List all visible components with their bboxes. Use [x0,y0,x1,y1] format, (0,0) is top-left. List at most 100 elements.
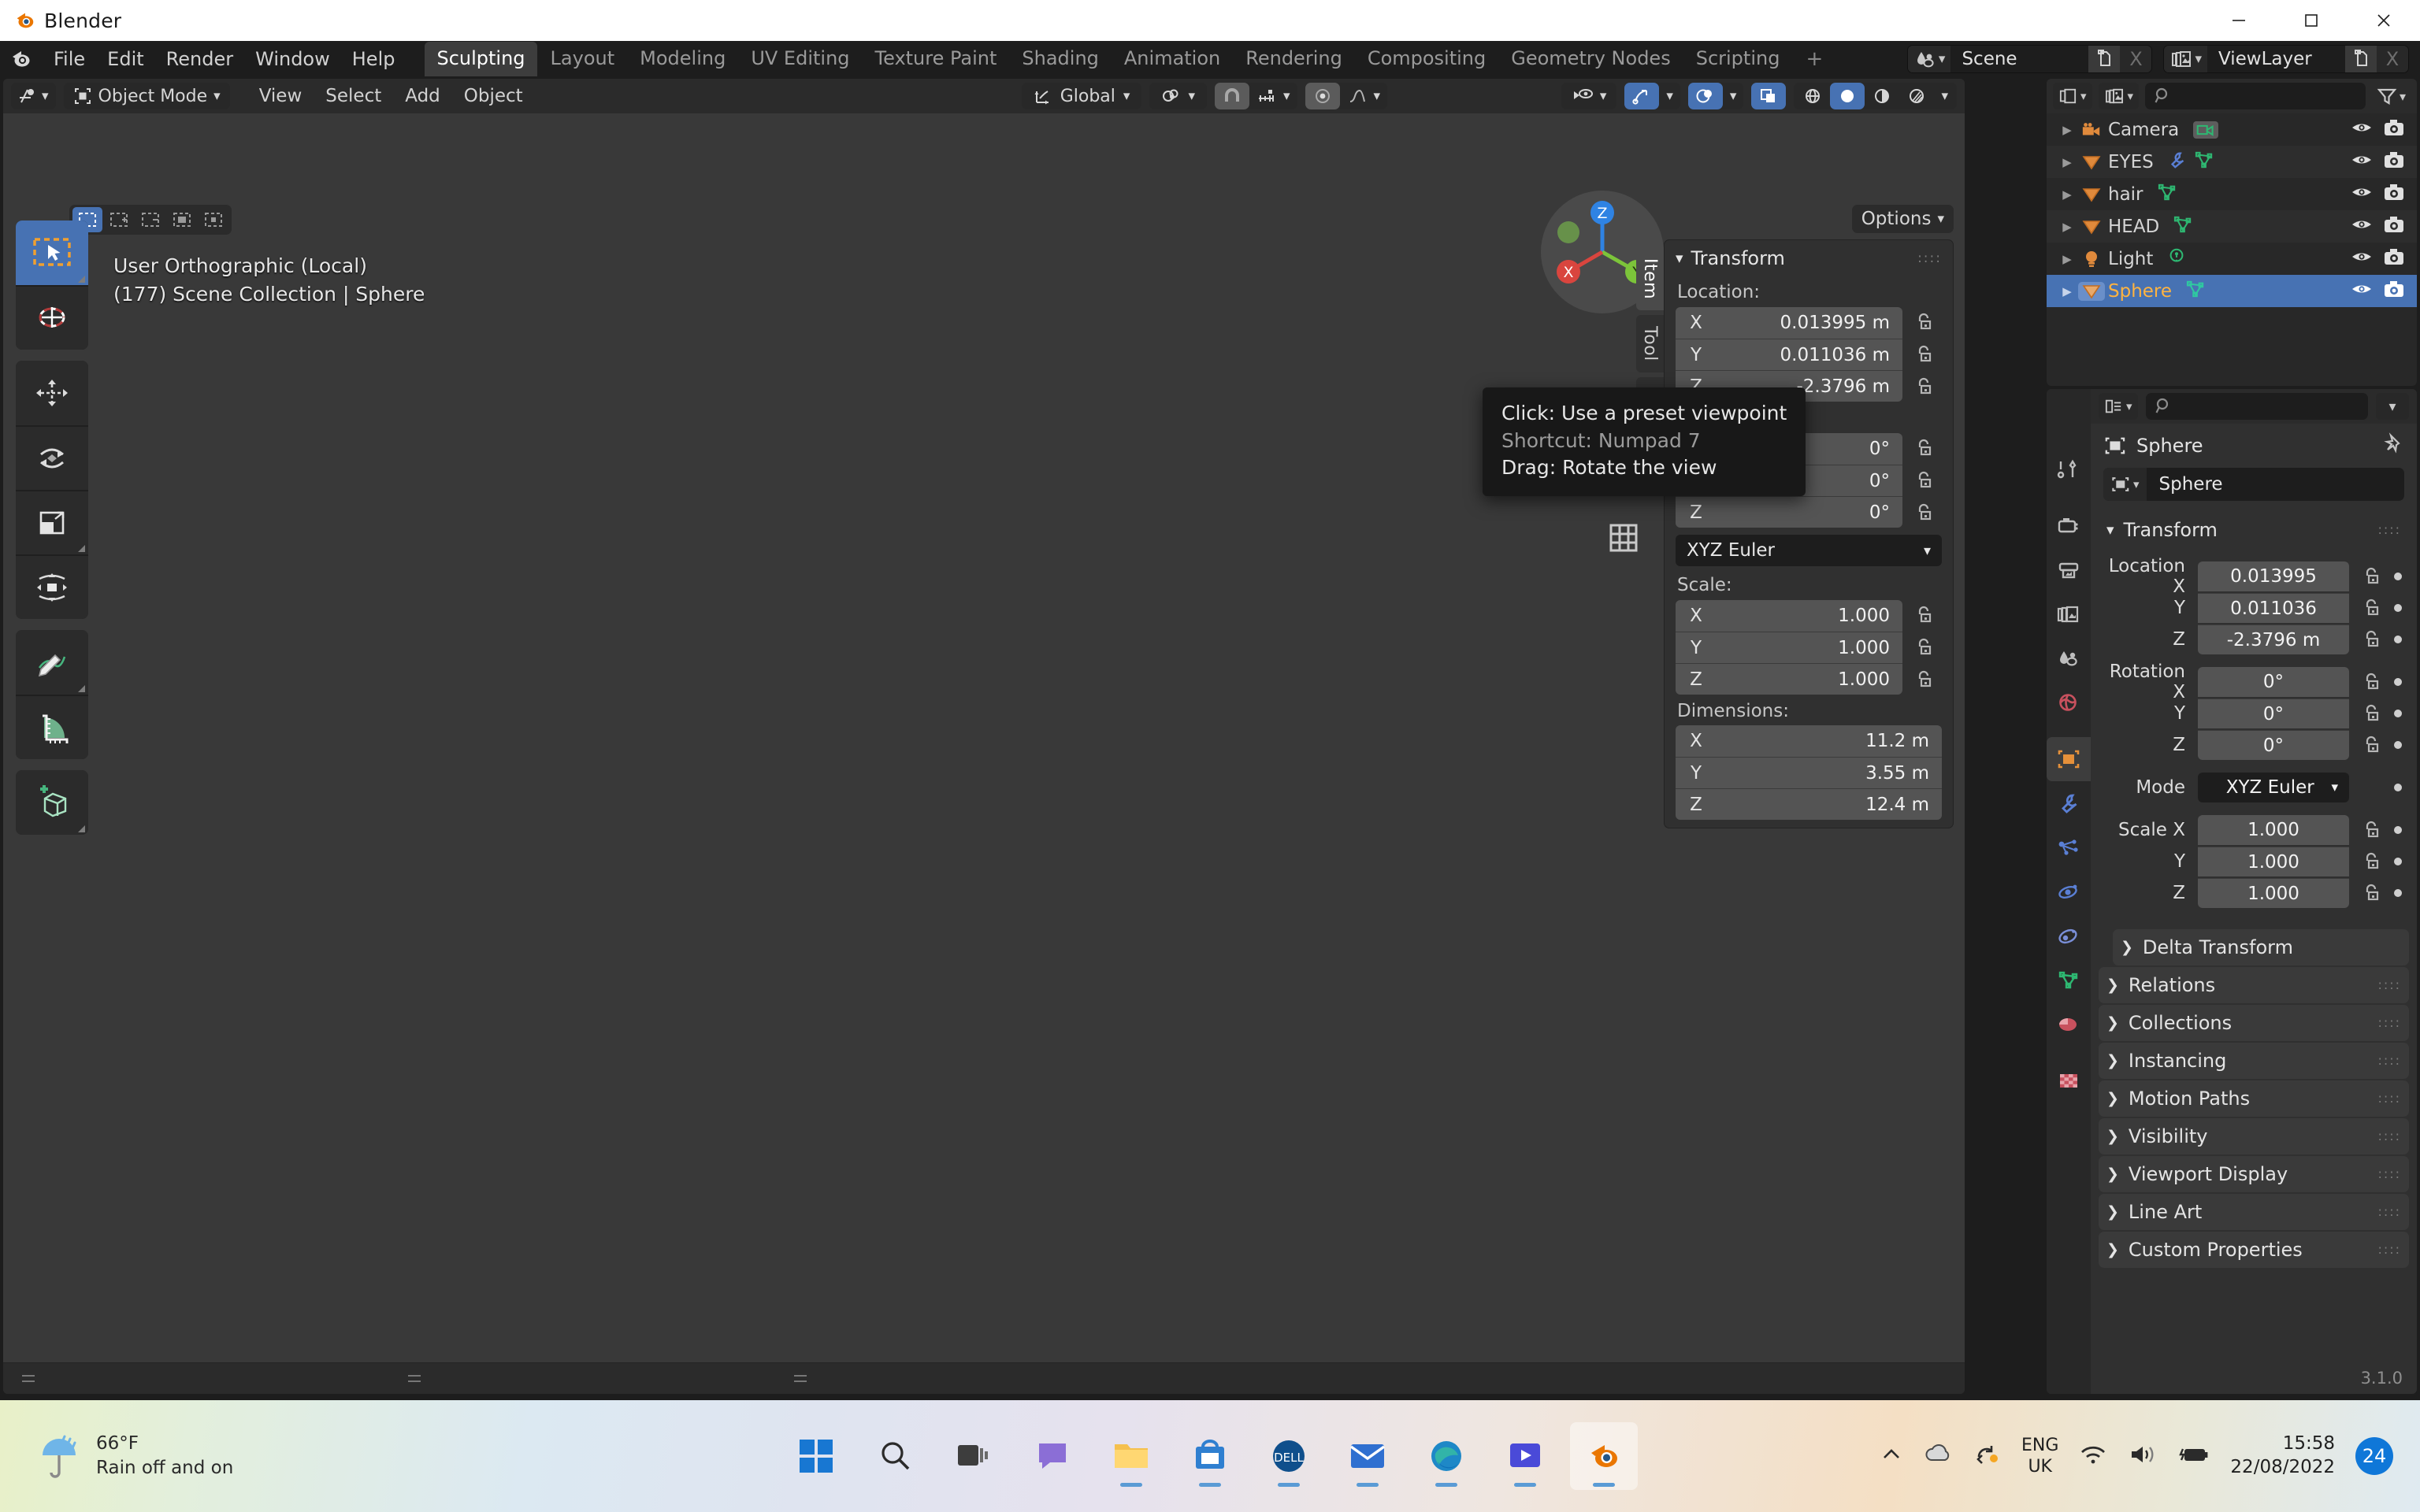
camera-render-icon[interactable] [2384,280,2404,302]
rendered-shading-icon[interactable] [1899,83,1934,109]
animate-scale-x-dot[interactable] [2387,826,2409,834]
animate-location-x-dot[interactable] [2387,573,2409,580]
properties-rotation-mode-row[interactable]: Mode XYZ Euler ▾ [2099,772,2409,803]
mail-icon[interactable] [1334,1422,1401,1490]
tool-add-cube[interactable] [16,770,88,835]
outliner-row-head[interactable]: ▶ HEAD [2047,210,2417,243]
properties-location-x-row[interactable]: Location X 0.013995 [2099,556,2409,597]
lock-rotation-z-icon[interactable] [1906,496,1942,528]
tool-expand-corner[interactable] [78,685,85,692]
camera-render-icon[interactable] [2384,216,2404,238]
properties-rotation-z-row[interactable]: Z 0° [2099,729,2409,761]
select-subtract-mode-icon[interactable] [135,207,165,232]
npanel-rotation-mode-dropdown[interactable]: XYZ Euler ▾ [1676,535,1942,566]
tool-expand-corner[interactable] [78,825,85,832]
outliner-row-eyes[interactable]: ▶ EYES [2047,146,2417,178]
gizmo-dropdown[interactable]: ▾ [1659,83,1680,109]
viewport-options-button[interactable]: Options ▾ [1851,205,1954,233]
workspace-tab-shading[interactable]: Shading [1010,42,1111,76]
panel-line-art[interactable]: ❯ Line Art :::: [2099,1194,2409,1230]
outliner-row-sphere[interactable]: ▶ Sphere [2047,275,2417,307]
toggle-orthographic-icon[interactable] [1602,517,1645,559]
npanel-location-y[interactable]: Y 0.011036 m [1676,339,1902,370]
tool-expand-corner[interactable] [78,545,85,552]
eye-icon[interactable] [2351,249,2373,269]
overlay-controls[interactable]: ▾ [1687,83,1744,109]
sync-icon[interactable] [1974,1443,2001,1469]
properties-tab-modifier[interactable] [2047,781,2091,825]
solid-shading-icon[interactable] [1830,83,1865,109]
media-player-icon[interactable] [1491,1422,1559,1490]
panel-motion-paths[interactable]: ❯ Motion Paths :::: [2099,1080,2409,1117]
gizmo-controls[interactable]: ▾ [1624,83,1680,109]
viewlayer-icon[interactable]: ▾ [2164,46,2207,72]
shading-mode-selector[interactable]: ▾ [1794,83,1957,109]
disclosure-triangle-icon[interactable]: ▶ [2056,187,2078,202]
panel-delta-transform[interactable]: ❯ Delta Transform [2113,929,2409,965]
3d-viewport-editor-icon[interactable]: ▾ [11,83,56,109]
mesh-data-icon[interactable] [2186,280,2205,302]
add-workspace-button[interactable]: + [1793,47,1835,71]
panel-custom-properties[interactable]: ❯ Custom Properties :::: [2099,1232,2409,1268]
clock-widget[interactable]: 15:58 22/08/2022 [2230,1432,2335,1480]
explorer-icon[interactable] [1097,1422,1165,1490]
npanel-dimension-y[interactable]: Y 3.55 m [1676,757,1942,788]
properties-tab-physics[interactable] [2047,869,2091,914]
menu-edit[interactable]: Edit [96,46,154,72]
workspace-tab-rendering[interactable]: Rendering [1234,42,1354,76]
panel-grip-icon[interactable]: :::: [2377,1054,2401,1066]
eye-icon[interactable] [2351,281,2373,302]
menu-help[interactable]: Help [341,46,406,72]
npanel-scale-x[interactable]: X 1.000 [1676,600,1902,632]
start-icon[interactable] [782,1422,850,1490]
blender-icon[interactable] [1570,1422,1638,1490]
panel-grip-icon[interactable]: :::: [2377,1243,2401,1255]
proportional-edit-icon[interactable] [1305,83,1340,109]
unlink-viewlayer-button[interactable]: X [2377,46,2408,72]
eye-icon[interactable] [2351,184,2373,205]
viewport-menu-view[interactable]: View [249,83,313,109]
object-name-field[interactable]: ▾ Sphere [2103,468,2404,501]
panel-collections[interactable]: ❯ Collections :::: [2099,1005,2409,1041]
lock-location-z-icon[interactable] [1906,370,1942,402]
snap-settings[interactable]: ▾ [1249,83,1297,109]
properties-search-input[interactable] [2145,393,2368,420]
panel-grip-icon[interactable]: :::: [2377,979,2401,991]
show-overlays-icon[interactable] [1687,83,1723,109]
transform-orientation-selector[interactable]: Global ▾ [1021,83,1142,109]
npanel-tab-item[interactable]: Item [1636,247,1664,311]
animate-rotation-z-dot[interactable] [2387,741,2409,749]
dell-icon[interactable]: DELL [1255,1422,1323,1490]
properties-scale-x-row[interactable]: Scale X 1.000 [2099,814,2409,846]
properties-scale-z-row[interactable]: Z 1.000 [2099,877,2409,909]
blender-menu-logo-icon[interactable] [0,47,43,71]
object-icon[interactable]: ▾ [2103,468,2147,501]
volume-icon[interactable] [2128,1443,2158,1469]
language-indicator[interactable]: ENG UK [2021,1435,2058,1478]
taskview-icon[interactable] [940,1422,1008,1490]
viewlayer-name[interactable]: ViewLayer [2207,46,2345,72]
animate-rotation-x-dot[interactable] [2387,678,2409,686]
pin-icon[interactable] [2384,432,2404,458]
snap-magnet-icon[interactable] [1214,83,1249,109]
npanel-dimension-x[interactable]: X 11.2 m [1676,725,1942,757]
workspace-tab-scripting[interactable]: Scripting [1684,42,1792,76]
npanel-location-x[interactable]: X 0.013995 m [1676,307,1902,339]
lock-rotation-z-icon[interactable] [2355,735,2387,755]
properties-tab-object[interactable] [2047,737,2091,781]
lock-scale-z-icon[interactable] [1906,663,1942,695]
menu-file[interactable]: File [43,46,96,72]
properties-tab-texture[interactable] [2047,1058,2091,1102]
show-gizmo-icon[interactable] [1624,83,1660,109]
scene-name[interactable]: Scene [1950,46,2089,72]
npanel-transform-header[interactable]: ▾ Transform :::: [1665,240,1953,276]
lock-rotation-y-icon[interactable] [2355,703,2387,724]
shading-dropdown[interactable]: ▾ [1934,83,1955,109]
properties-transform-panel-header[interactable]: ▾ Transform :::: [2099,512,2409,548]
new-viewlayer-icon[interactable] [2345,46,2377,72]
workspace-tab-animation[interactable]: Animation [1112,42,1232,76]
properties-tab-render[interactable] [2047,504,2091,548]
viewlayer-selector[interactable]: ▾ ViewLayer X [2163,45,2409,73]
outliner-row-hair[interactable]: ▶ hair [2047,178,2417,210]
panel-grip-icon[interactable]: :::: [2377,1017,2401,1028]
